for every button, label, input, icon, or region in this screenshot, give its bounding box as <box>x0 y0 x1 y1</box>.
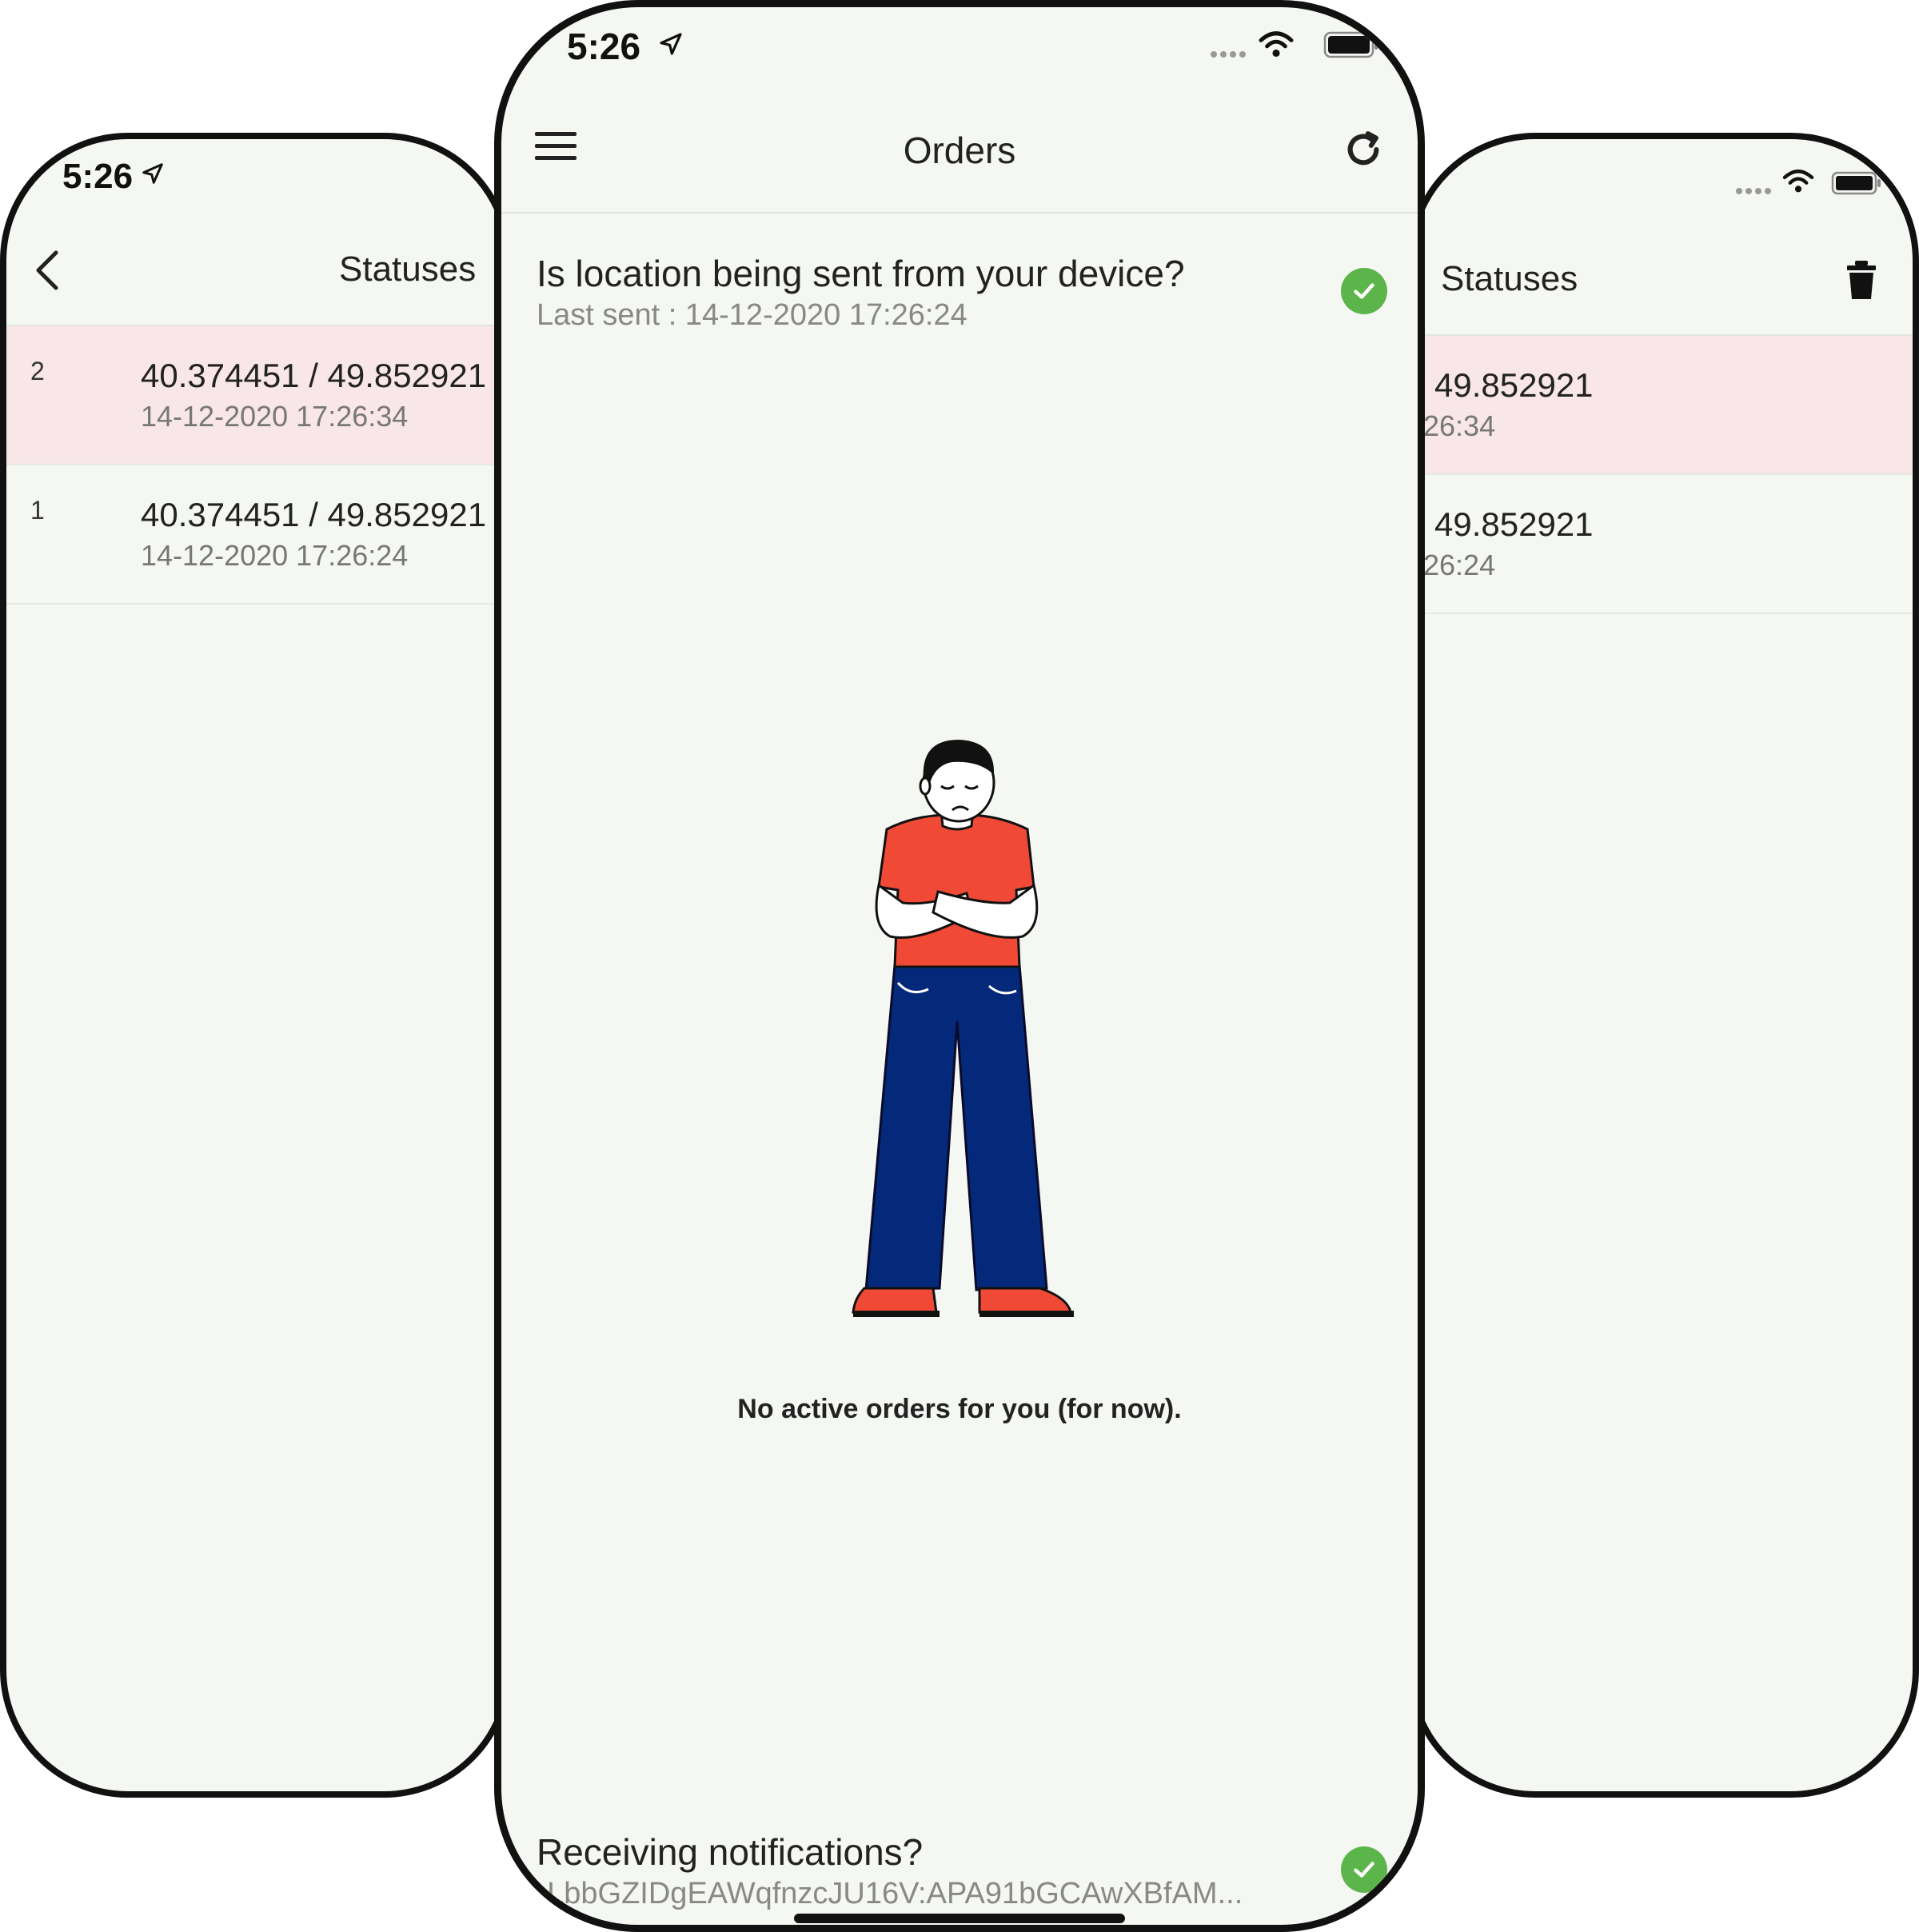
statuses-screen-right: Statuses 49.852921 :26:34 49.852921 :26:… <box>1407 133 1919 1798</box>
location-last-sent: Last sent : 14-12-2020 17:26:24 <box>537 298 967 332</box>
signal-dots-icon <box>1736 188 1771 194</box>
trash-icon[interactable] <box>1845 259 1877 301</box>
app-bar-divider <box>501 212 1418 214</box>
table-row[interactable]: 1 40.374451 / 49.852921 14-12-2020 17:26… <box>6 465 505 605</box>
page-title: Statuses <box>339 249 477 289</box>
row-timestamp: :26:34 <box>1415 409 1496 442</box>
row-timestamp: 14-12-2020 17:26:34 <box>141 400 409 433</box>
status-bar-time: 5:26 <box>62 157 134 196</box>
row-coordinates: 40.374451 / 49.852921 <box>141 357 487 394</box>
location-arrow-icon <box>142 163 163 184</box>
status-bar-time: 5:26 <box>567 26 641 67</box>
empty-state-illustration <box>852 740 1074 1317</box>
wifi-icon <box>1259 31 1294 58</box>
notifications-token: eLbbGZIDgEAWqfnzcJU16V:APA91bGCAwXBfAM..… <box>530 1877 1243 1910</box>
check-circle-icon <box>1341 268 1387 314</box>
row-index: 1 <box>30 496 45 525</box>
table-row[interactable]: 49.852921 :26:24 <box>1414 475 1913 614</box>
wifi-icon <box>1782 170 1814 193</box>
row-index: 2 <box>30 357 45 385</box>
page-title: Statuses <box>1441 259 1578 298</box>
home-indicator[interactable] <box>794 1914 1125 1923</box>
statuses-screen-left: 5:26 Statuses 2 40.374451 / 49.852921 14… <box>0 133 512 1798</box>
table-row[interactable]: 2 40.374451 / 49.852921 14-12-2020 17:26… <box>6 326 505 465</box>
table-row[interactable]: 49.852921 :26:34 <box>1414 336 1913 475</box>
orders-screen: 5:26 Orders Is location being sent from … <box>494 0 1425 1932</box>
location-arrow-icon <box>660 33 682 55</box>
refresh-icon[interactable] <box>1341 127 1386 172</box>
battery-icon <box>1323 31 1378 58</box>
row-coordinates: 49.852921 <box>1434 366 1594 404</box>
row-coordinates: 40.374451 / 49.852921 <box>141 496 487 533</box>
battery-icon <box>1831 171 1881 195</box>
back-chevron-icon[interactable] <box>29 246 64 294</box>
row-coordinates: 49.852921 <box>1434 505 1594 543</box>
empty-state-message: No active orders for you (for now). <box>737 1394 1182 1424</box>
signal-dots-icon <box>1211 51 1246 58</box>
check-circle-icon <box>1341 1846 1387 1893</box>
row-timestamp: 14-12-2020 17:26:24 <box>141 539 409 572</box>
location-question: Is location being sent from your device? <box>537 253 1185 294</box>
notifications-question: Receiving notifications? <box>537 1831 924 1873</box>
row-timestamp: :26:24 <box>1415 549 1496 581</box>
page-title: Orders <box>903 130 1016 171</box>
